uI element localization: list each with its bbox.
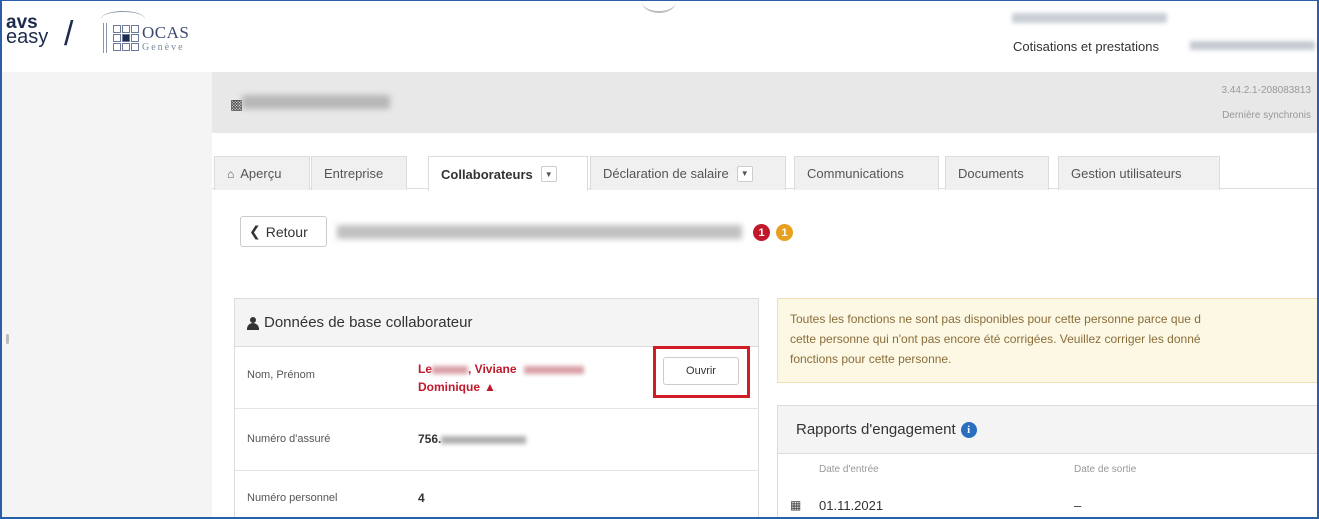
chevron-left-icon: ❮	[249, 223, 261, 239]
warning-count-badge: 1	[776, 224, 793, 241]
calendar-icon: ▦	[790, 498, 802, 512]
context-label[interactable]: Cotisations et prestations	[1013, 39, 1159, 54]
warning-alert: Toutes les fonctions ne sont pas disponi…	[777, 298, 1317, 383]
tab-declaration-salaire[interactable]: Déclaration de salaire ▼	[590, 156, 786, 190]
error-count-badge: 1	[753, 224, 770, 241]
middle-name-redacted	[523, 365, 584, 374]
panel-heading: Rapports d'engagement i	[778, 406, 1317, 454]
name-value-line2: Dominique ▲	[418, 378, 496, 396]
tab-gestion-utilisateurs[interactable]: Gestion utilisateurs	[1058, 156, 1220, 190]
user-name-redacted[interactable]	[1012, 13, 1167, 23]
loading-indicator	[642, 1, 676, 13]
row-label: Numéro d'assuré	[247, 433, 331, 445]
row-insured-number: Numéro d'assuré 756.	[235, 409, 758, 471]
alert-line: cette personne qui n'ont pas encore été …	[790, 332, 1201, 346]
row-personnel-number: Numéro personnel 4	[235, 471, 758, 517]
user-icon	[247, 316, 259, 330]
logo-grid-icon	[113, 25, 139, 51]
row-value: 4	[418, 491, 425, 505]
last-name-prefix: Le	[418, 362, 433, 376]
logo-geneve-text: Genève	[142, 42, 185, 53]
tab-collaborateurs[interactable]: Collaborateurs ▼	[428, 156, 588, 191]
tab-declaration-label: Déclaration de salaire	[603, 166, 729, 181]
back-button-label: Retour	[265, 223, 308, 240]
name-value-line1: Le , Viviane	[418, 360, 584, 378]
row-label: Numéro personnel	[247, 492, 338, 504]
main-tabs: ⌂ Aperçu Entreprise Collaborateurs ▼ Déc…	[212, 153, 1317, 191]
panel-heading: Données de base collaborateur	[235, 299, 758, 347]
avs-easy-logo[interactable]: avs easy	[6, 13, 48, 47]
tab-communications[interactable]: Communications	[794, 156, 939, 190]
chevron-down-icon[interactable]: ▼	[736, 165, 753, 182]
sync-label: Dernière synchronis	[1222, 110, 1311, 121]
company-name-redacted	[242, 95, 390, 109]
base-data-panel: Données de base collaborateur Nom, Préno…	[234, 298, 759, 517]
collaborator-name-redacted	[337, 225, 742, 239]
tab-documents[interactable]: Documents	[945, 156, 1049, 190]
first-name: , Viviane	[468, 362, 517, 376]
left-sidebar	[2, 72, 212, 517]
exit-date: –	[1074, 498, 1082, 513]
tab-gestion-label: Gestion utilisateurs	[1071, 166, 1182, 181]
highlight-box: Ouvrir	[653, 346, 750, 398]
company-header: ▩ 3.44.2.1-208083813 Dernière synchronis	[212, 72, 1317, 133]
alert-line: fonctions pour cette personne.	[790, 352, 952, 366]
tab-documents-label: Documents	[958, 166, 1024, 181]
entry-date[interactable]: 01.11.2021	[819, 498, 883, 513]
alert-line: Toutes les fonctions ne sont pas disponi…	[790, 312, 1201, 326]
sidebar-collapse-handle[interactable]	[6, 334, 9, 344]
logo-pillar-icon	[103, 23, 107, 53]
tab-collaborateurs-label: Collaborateurs	[441, 166, 533, 182]
app-window: avs easy / OCAS Genève Cotisations et pr…	[0, 0, 1319, 519]
back-button[interactable]: ❮ Retour	[240, 216, 327, 247]
column-header-entry: Date d'entrée	[819, 464, 879, 475]
tab-communications-label: Communications	[807, 166, 904, 181]
version-label: 3.44.2.1-208083813	[1221, 85, 1311, 96]
home-icon: ⌂	[227, 166, 235, 181]
engagement-panel: Rapports d'engagement i Date d'entrée Da…	[777, 405, 1317, 517]
top-bar: avs easy / OCAS Genève Cotisations et pr…	[2, 1, 1317, 72]
open-button[interactable]: Ouvrir	[663, 357, 739, 385]
last-name-redacted	[432, 365, 469, 374]
row-value: 756.	[418, 432, 527, 446]
warning-icon: ▲	[484, 380, 496, 394]
logo-separator: /	[64, 15, 74, 53]
insured-number-prefix: 756.	[418, 432, 442, 446]
tab-apercu-label: Aperçu	[240, 166, 282, 181]
context-value-redacted	[1190, 41, 1315, 50]
row-label: Nom, Prénom	[247, 369, 315, 381]
tab-apercu[interactable]: ⌂ Aperçu	[214, 156, 310, 190]
info-icon[interactable]: i	[960, 421, 977, 438]
column-header-exit: Date de sortie	[1074, 464, 1137, 475]
tab-entreprise-label: Entreprise	[324, 166, 384, 181]
chevron-down-icon[interactable]: ▼	[540, 166, 557, 182]
panel-title: Rapports d'engagement	[796, 421, 956, 438]
second-first-name: Dominique	[418, 380, 480, 394]
panel-title: Données de base collaborateur	[264, 314, 473, 331]
insured-number-redacted	[441, 435, 527, 444]
logo-ocas-text: OCAS	[142, 23, 190, 42]
logo-easy-text: easy	[6, 26, 49, 48]
ocas-logo: OCAS Genève	[97, 9, 207, 61]
tab-entreprise[interactable]: Entreprise	[311, 156, 407, 190]
